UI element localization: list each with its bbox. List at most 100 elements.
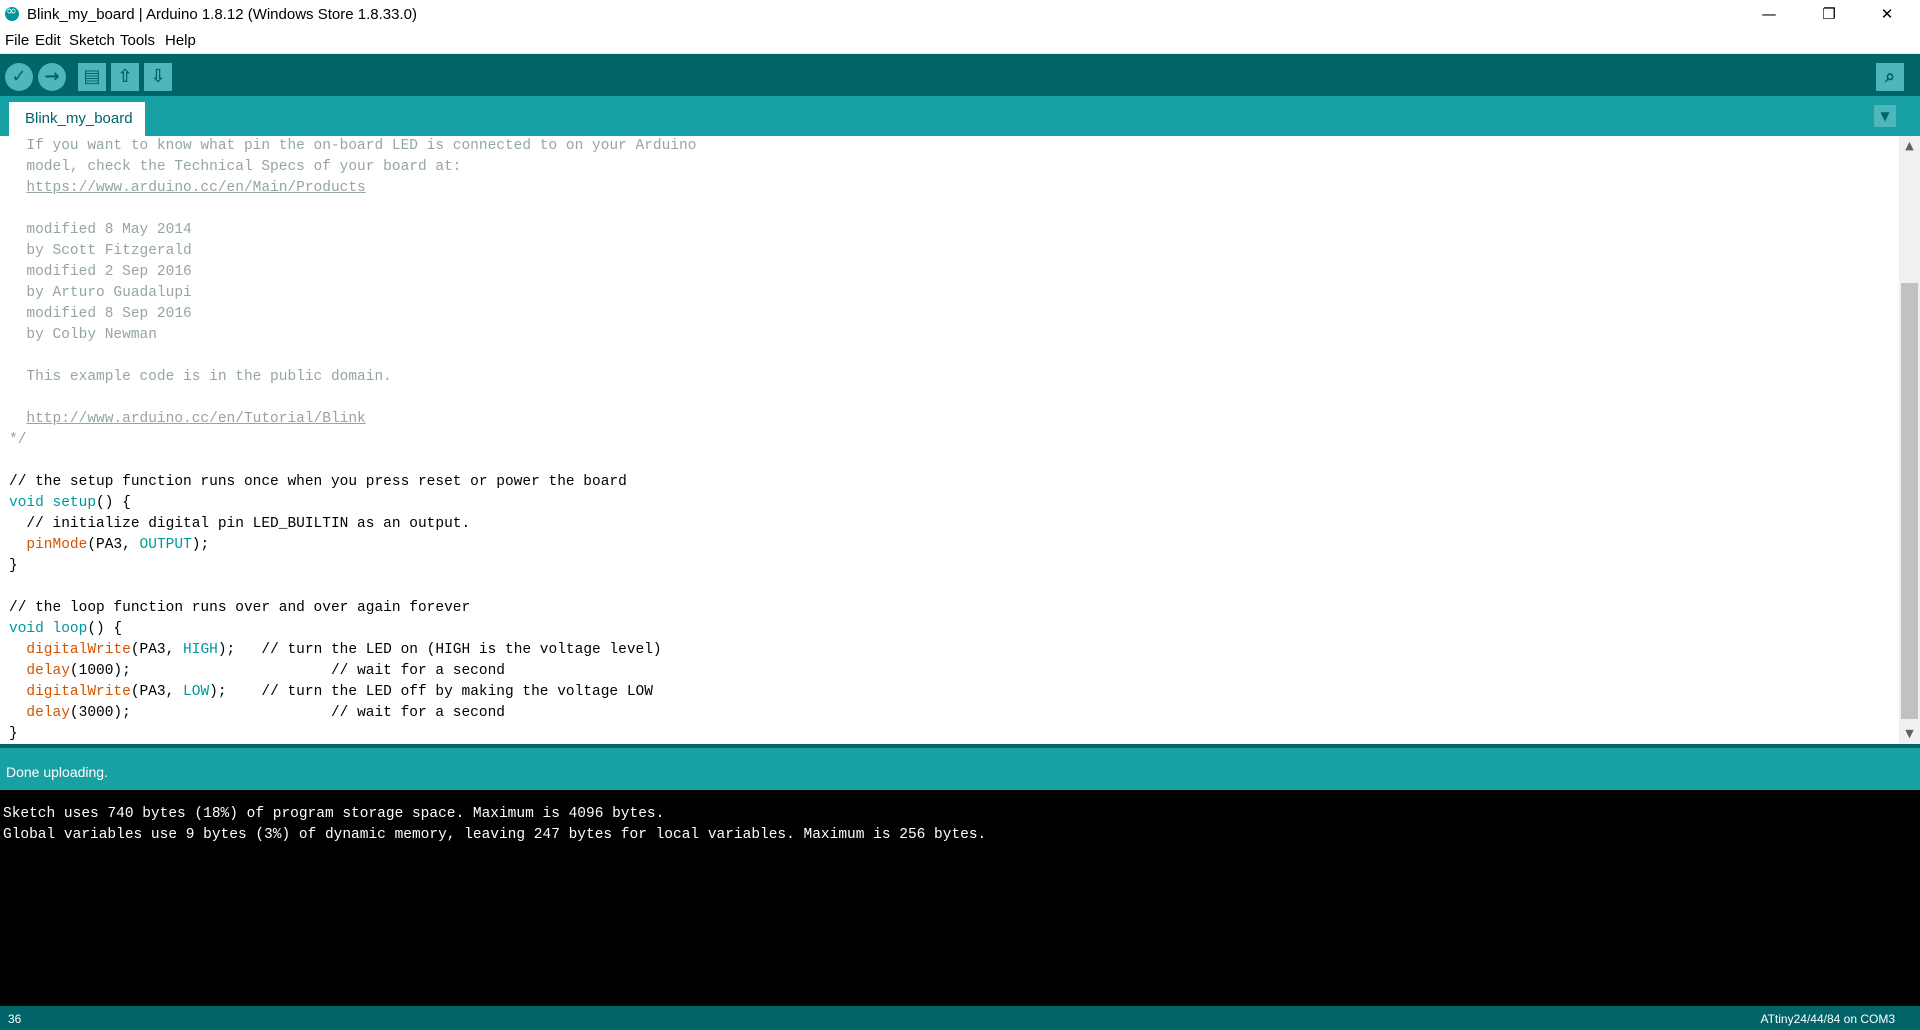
code-line[interactable]: modified 8 Sep 2016	[9, 304, 192, 325]
scroll-thumb[interactable]	[1901, 283, 1918, 719]
code-token: by Colby Newman	[9, 327, 157, 343]
chevron-down-icon: ▼	[1880, 109, 1890, 123]
arrow-up-icon: ⇧	[117, 66, 133, 87]
close-button[interactable]: ✕	[1858, 0, 1916, 29]
footer-bar	[0, 1006, 1920, 1030]
code-line[interactable]: modified 8 May 2014	[9, 220, 192, 241]
code-line[interactable]: pinMode(PA3, OUTPUT);	[9, 535, 209, 556]
code-token: If you want to know what pin the on-boar…	[9, 138, 697, 154]
code-line[interactable]: by Colby Newman	[9, 325, 157, 346]
code-token: (1000); // wait for a second	[69, 663, 505, 679]
code-token: () {	[87, 621, 123, 637]
code-line[interactable]: void setup() {	[9, 493, 131, 514]
code-token: void	[9, 495, 44, 511]
magnifier-icon: ⌕	[1884, 66, 1896, 87]
code-token: modified 8 Sep 2016	[9, 306, 192, 322]
code-line[interactable]: delay(1000); // wait for a second	[9, 661, 505, 682]
code-token: LOW	[183, 684, 210, 700]
menu-bar: File Edit Sketch Tools Help	[0, 29, 1920, 54]
code-token: by Scott Fitzgerald	[9, 243, 192, 259]
code-token: // initialize digital pin LED_BUILTIN as…	[9, 516, 471, 532]
code-line[interactable]: modified 2 Sep 2016	[9, 262, 192, 283]
code-token: void	[9, 621, 44, 637]
code-token: OUTPUT	[139, 537, 192, 553]
code-token: // the setup function runs once when you…	[9, 474, 627, 490]
code-token: modified 8 May 2014	[9, 222, 192, 238]
code-line[interactable]: }	[9, 556, 18, 577]
arrow-right-icon: →	[44, 66, 60, 87]
code-token: // the loop function runs over and over …	[9, 600, 471, 616]
code-line[interactable]: by Scott Fitzgerald	[9, 241, 192, 262]
window-title: Blink_my_board | Arduino 1.8.12 (Windows…	[27, 6, 417, 23]
toolbar	[0, 54, 1920, 96]
console-output[interactable]: Sketch uses 740 bytes (18%) of program s…	[0, 790, 1920, 1006]
code-line[interactable]: // initialize digital pin LED_BUILTIN as…	[9, 514, 470, 535]
upload-button[interactable]: →	[38, 63, 66, 91]
restore-button[interactable]: ❐	[1800, 0, 1858, 29]
code-line[interactable]: https://www.arduino.cc/en/Main/Products	[9, 178, 365, 199]
menu-file[interactable]: File	[5, 32, 29, 49]
code-line[interactable]: model, check the Technical Specs of your…	[9, 157, 461, 178]
code-token: ); // turn the LED off by making the vol…	[209, 684, 653, 700]
code-token: by Arturo Guadalupi	[9, 285, 192, 301]
code-token: digitalWrite	[26, 642, 131, 658]
document-icon: ▤	[83, 66, 101, 87]
code-token: */	[9, 432, 27, 448]
code-editor[interactable]: If you want to know what pin the on-boar…	[0, 136, 1899, 744]
editor-scrollbar[interactable]: ▲ ▼	[1899, 136, 1920, 744]
tab-strip	[0, 96, 1920, 136]
code-token: }	[9, 558, 18, 574]
tab-blink-my-board[interactable]: Blink_my_board	[9, 102, 145, 136]
code-token: This example code is in the public domai…	[9, 369, 392, 385]
status-bar	[0, 748, 1920, 790]
code-token: modified 2 Sep 2016	[9, 264, 192, 280]
code-line[interactable]: }	[9, 724, 18, 744]
arduino-logo-icon	[5, 4, 19, 21]
menu-edit[interactable]: Edit	[35, 32, 61, 49]
code-token: setup	[52, 495, 97, 511]
tab-menu-button[interactable]: ▼	[1874, 105, 1896, 127]
code-token: model, check the Technical Specs of your…	[9, 159, 462, 175]
console-line: Sketch uses 740 bytes (18%) of program s…	[3, 806, 665, 822]
code-line[interactable]: void loop() {	[9, 619, 122, 640]
code-token: (PA3,	[130, 642, 184, 658]
code-link[interactable]: http://www.arduino.cc/en/Tutorial/Blink	[26, 411, 365, 427]
code-line[interactable]: This example code is in the public domai…	[9, 367, 392, 388]
scroll-down-icon[interactable]: ▼	[1899, 724, 1920, 744]
minimize-button[interactable]: —	[1740, 0, 1798, 29]
code-line[interactable]: If you want to know what pin the on-boar…	[9, 136, 696, 157]
code-line[interactable]: delay(3000); // wait for a second	[9, 703, 505, 724]
verify-button[interactable]: ✓	[5, 63, 33, 91]
code-token: digitalWrite	[26, 684, 131, 700]
code-token: (3000); // wait for a second	[69, 705, 505, 721]
code-line[interactable]: by Arturo Guadalupi	[9, 283, 192, 304]
menu-help[interactable]: Help	[165, 32, 196, 49]
title-bar: Blink_my_board | Arduino 1.8.12 (Windows…	[0, 0, 1920, 29]
new-sketch-button[interactable]: ▤	[78, 63, 106, 91]
scroll-up-icon[interactable]: ▲	[1899, 136, 1920, 156]
console-line: Global variables use 9 bytes (3%) of dyn…	[3, 827, 987, 843]
code-line[interactable]: // the loop function runs over and over …	[9, 598, 470, 619]
open-button[interactable]: ⇧	[111, 63, 139, 91]
code-line[interactable]: // the setup function runs once when you…	[9, 472, 627, 493]
code-token: ); // turn the LED on (HIGH is the volta…	[217, 642, 662, 658]
code-link[interactable]: https://www.arduino.cc/en/Main/Products	[26, 180, 365, 196]
save-button[interactable]: ⇩	[144, 63, 172, 91]
arrow-down-icon: ⇩	[150, 66, 166, 87]
menu-tools[interactable]: Tools	[120, 32, 155, 49]
code-line[interactable]: digitalWrite(PA3, HIGH); // turn the LED…	[9, 640, 662, 661]
code-line[interactable]: */	[9, 430, 26, 451]
code-token: pinMode	[26, 537, 88, 553]
code-line[interactable]: digitalWrite(PA3, LOW); // turn the LED …	[9, 682, 653, 703]
serial-monitor-button[interactable]: ⌕	[1876, 63, 1904, 91]
code-token: (PA3,	[87, 537, 140, 553]
tab-label: Blink_my_board	[25, 110, 133, 127]
checkmark-icon: ✓	[11, 66, 27, 87]
code-line[interactable]: http://www.arduino.cc/en/Tutorial/Blink	[9, 409, 365, 430]
line-number: 36	[8, 1012, 22, 1026]
board-port-label: ATtiny24/44/84 on COM3	[1760, 1012, 1895, 1026]
menu-sketch[interactable]: Sketch	[69, 32, 115, 49]
